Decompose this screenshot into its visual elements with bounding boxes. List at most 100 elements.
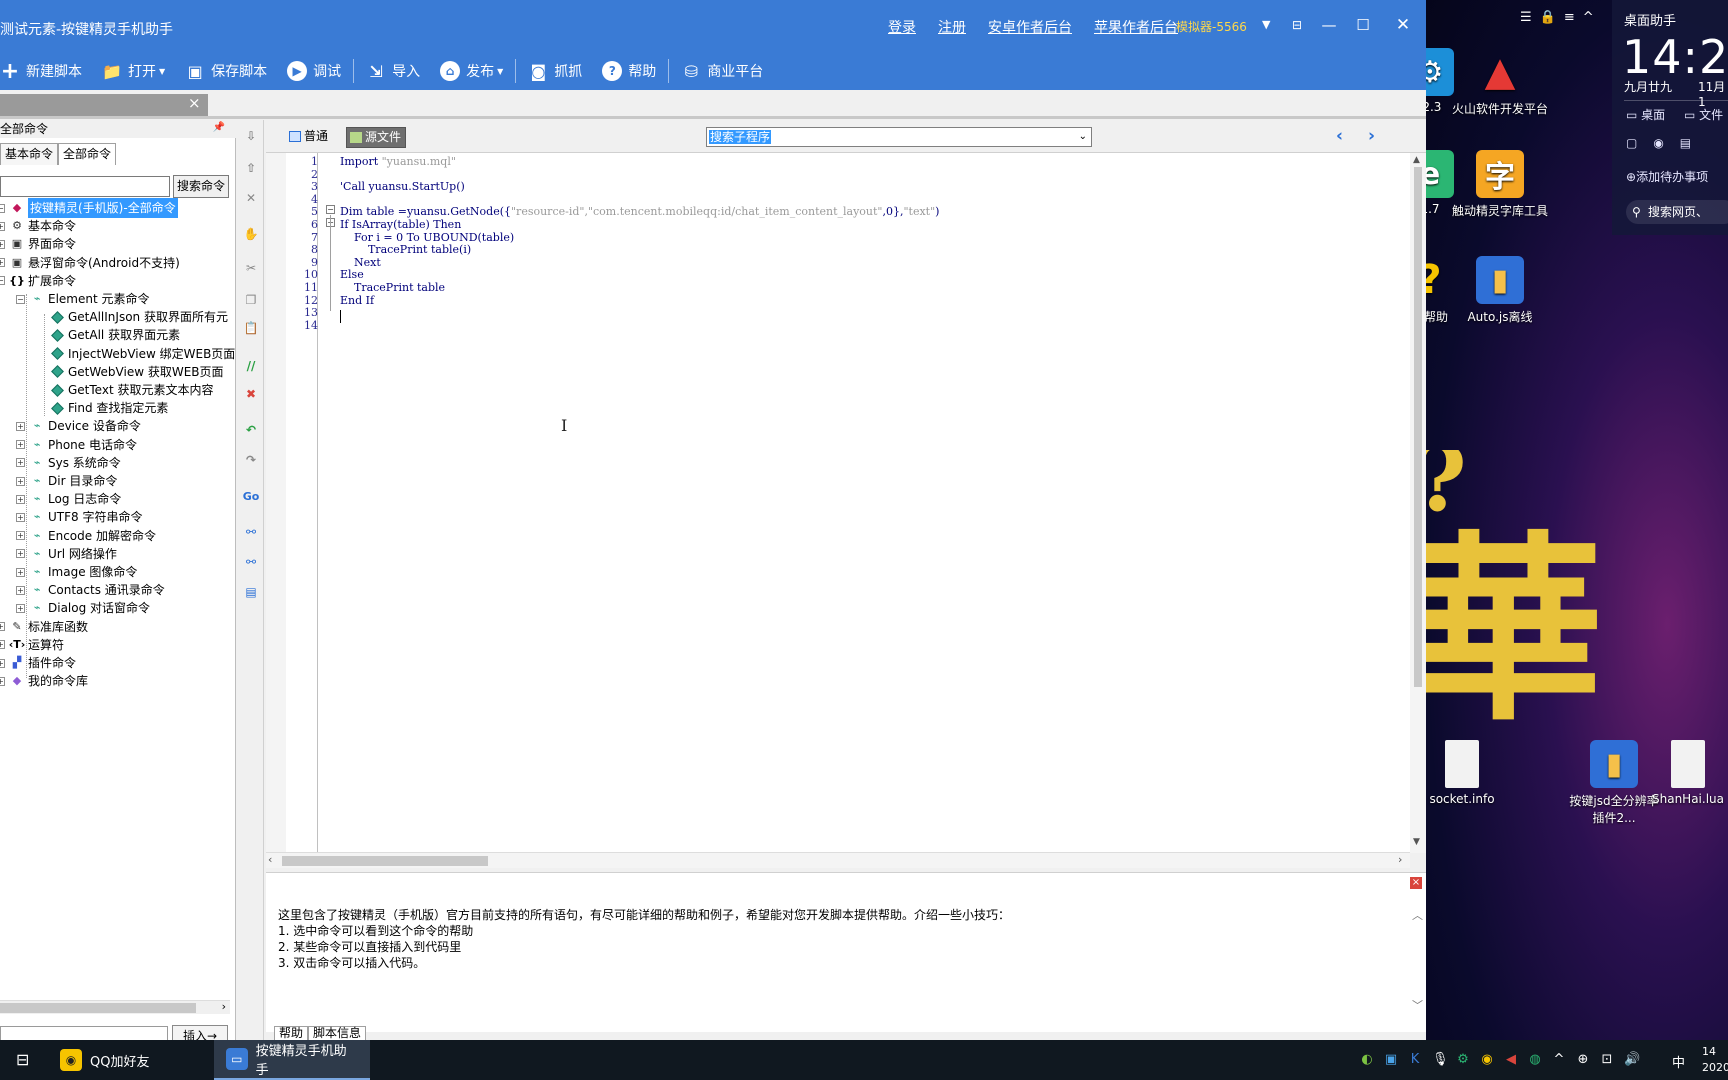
collapse-icon[interactable]: − <box>0 276 5 286</box>
chevron-right-icon[interactable]: › <box>222 1000 226 1013</box>
view-normal-button[interactable]: 普通 <box>286 127 332 148</box>
apple-author-link[interactable]: 苹果作者后台 <box>1094 17 1178 37</box>
tree-item[interactable]: − ⌁ Element 元素命令 <box>16 289 150 309</box>
login-link[interactable]: 登录 <box>888 17 916 37</box>
chevron-up-icon[interactable]: ^ <box>1552 1052 1566 1067</box>
expand-icon[interactable]: + <box>16 512 25 522</box>
chevron-right-icon[interactable]: › <box>1398 853 1402 866</box>
paste-icon[interactable]: 📋 <box>243 320 259 336</box>
minimize-icon[interactable]: — <box>1318 14 1340 36</box>
tray-app-icon[interactable]: ⚙ <box>1456 1052 1470 1067</box>
expand-icon[interactable]: + <box>0 258 5 268</box>
nav-forward-icon[interactable]: › <box>1368 126 1375 146</box>
chevron-left-icon[interactable]: ‹ <box>268 853 272 866</box>
helper-file-button[interactable]: ▭ 文件 <box>1684 106 1723 123</box>
tree-item[interactable]: InjectWebView 绑定WEB页面 <box>36 344 235 364</box>
comment-icon[interactable]: // <box>243 358 259 374</box>
desk-icon-4[interactable]: 字 触动精灵字库工具 <box>1452 150 1548 219</box>
expand-icon[interactable]: + <box>16 476 25 486</box>
arrow-up-icon[interactable]: ⇧ <box>243 160 259 176</box>
tree-item[interactable]: + ⌁ Url 网络操作 <box>16 544 117 564</box>
expand-icon[interactable]: + <box>16 549 25 559</box>
collapse-icon[interactable]: − <box>16 294 25 304</box>
tree-item[interactable]: + ⚙ 基本命令 <box>0 216 76 236</box>
tree-item[interactable]: + ✎ 标准库函数 <box>0 617 88 637</box>
android-author-link[interactable]: 安卓作者后台 <box>988 17 1072 37</box>
collapse-icon[interactable]: − <box>0 203 5 213</box>
tree-item[interactable]: + ▣ 悬浮窗命令(Android不支持) <box>0 253 180 273</box>
settings-icon[interactable]: ▤ <box>243 584 259 600</box>
tree-item[interactable]: + ‹T› 运算符 <box>0 635 64 655</box>
pin-icon[interactable]: 📌 <box>213 122 225 133</box>
tree-item[interactable]: + ⌁ Image 图像命令 <box>16 562 137 582</box>
expand-icon[interactable]: + <box>0 239 5 249</box>
restore-layout-icon[interactable]: ⊟ <box>1286 14 1308 36</box>
expand-icon[interactable]: + <box>16 585 25 595</box>
tree-item[interactable]: −{} 扩展命令 <box>0 271 76 291</box>
tree-item[interactable]: GetWebView 获取WEB页面 <box>36 362 224 382</box>
tray-app-icon[interactable]: ▣ <box>1384 1052 1398 1067</box>
expand-icon[interactable]: + <box>16 494 25 504</box>
volume-icon[interactable]: 🔊 <box>1624 1052 1640 1067</box>
code-line[interactable]: Import "yuansu.mql" <box>340 155 456 169</box>
chevron-down-icon[interactable]: ▼ <box>1262 18 1270 31</box>
clock[interactable]: 14 2020 <box>1702 1044 1728 1076</box>
tree-item[interactable]: + ⌁ UTF8 字符串命令 <box>16 507 142 527</box>
editor-horizontal-scrollbar[interactable]: ‹ › <box>266 852 1410 868</box>
chevron-up-icon[interactable]: ▲ <box>1413 155 1420 165</box>
nav-back-icon[interactable]: ‹ <box>1336 126 1343 146</box>
helper-toolbar-icons[interactable]: ▢◉▤ <box>1626 136 1707 150</box>
scroll-thumb[interactable] <box>0 1003 196 1013</box>
tree-item[interactable]: + ◆ 我的命令库 <box>0 671 88 691</box>
expand-icon[interactable]: + <box>0 640 5 650</box>
arrow-down-icon[interactable]: ⇩ <box>243 128 259 144</box>
tab-help[interactable]: 帮助 <box>274 1026 309 1040</box>
debug-button[interactable]: ▶ 调试 <box>277 56 351 86</box>
tray-app-icon[interactable]: ◍ <box>1528 1052 1542 1067</box>
editor-vertical-scrollbar[interactable]: ▲ ▼ <box>1410 153 1426 853</box>
uncomment-icon[interactable]: ✖ <box>243 386 259 402</box>
desk-icon-6[interactable]: ▮ Auto.js离线 <box>1452 256 1548 325</box>
helper-desk-button[interactable]: ▭ 桌面 <box>1626 106 1665 123</box>
expand-icon[interactable]: + <box>16 421 25 431</box>
breakpoint-gutter[interactable] <box>266 153 286 853</box>
tree-item[interactable]: + ⌁ Dialog 对话窗命令 <box>16 598 150 618</box>
tab-all-commands[interactable]: 全部命令 <box>58 143 117 165</box>
save-script-button[interactable]: ▣ 保存脚本 <box>175 56 277 86</box>
publish-button[interactable]: ⌂ 发布 ▼ <box>430 56 513 86</box>
business-platform-button[interactable]: ⛁ 商业平台 <box>671 56 773 86</box>
tray-app-icon[interactable]: K <box>1408 1052 1422 1067</box>
tab-script-info[interactable]: 脚本信息 <box>308 1026 367 1040</box>
tree-item[interactable]: Find 查找指定元素 <box>36 398 168 418</box>
expand-icon[interactable]: + <box>16 531 25 541</box>
microphone-icon[interactable]: 🎙 <box>1432 1052 1449 1067</box>
tree-item[interactable]: + ⌁ Dir 目录命令 <box>16 471 117 491</box>
scroll-thumb[interactable] <box>282 856 488 866</box>
replace-icon[interactable]: ⚯ <box>243 554 259 570</box>
expand-icon[interactable]: + <box>0 658 5 668</box>
command-search-input[interactable] <box>0 176 170 197</box>
new-script-button[interactable]: + 新建脚本 <box>0 56 92 86</box>
open-button[interactable]: 📁 打开 ▼ <box>92 56 175 86</box>
tree-item[interactable]: + ▣ 界面命令 <box>0 234 76 254</box>
desk-icon-7[interactable]: socket.info <box>1414 740 1510 806</box>
expand-icon[interactable]: + <box>16 458 25 468</box>
register-link[interactable]: 注册 <box>938 17 966 37</box>
expand-icon[interactable]: + <box>16 603 25 613</box>
tree-item[interactable]: + ⌁ Log 日志命令 <box>16 489 121 509</box>
goto-icon[interactable]: Go <box>243 488 260 504</box>
tree-item[interactable]: GetAllInJson 获取界面所有元 <box>36 307 228 327</box>
code-line[interactable]: 'Call yuansu.StartUp() <box>340 180 465 194</box>
expand-icon[interactable]: + <box>0 221 5 231</box>
expand-icon[interactable]: + <box>16 567 25 577</box>
hand-icon[interactable]: ✋ <box>243 226 259 242</box>
close-icon[interactable]: ✕ <box>1392 14 1414 36</box>
tray-app-icon[interactable]: ◉ <box>1480 1052 1494 1067</box>
network-icon[interactable]: ⊡ <box>1600 1052 1614 1067</box>
tree-item[interactable]: + ▞ 插件命令 <box>0 653 76 673</box>
capture-button[interactable]: ◙ 抓抓 <box>518 56 592 86</box>
tree-item[interactable]: + ⌁ Phone 电话命令 <box>16 435 137 455</box>
tray-app-icon[interactable]: ◀ <box>1504 1052 1518 1067</box>
tree-item[interactable]: + ⌁ Encode 加解密命令 <box>16 526 156 546</box>
chevron-down-icon[interactable]: ﹀ <box>1412 997 1423 1013</box>
